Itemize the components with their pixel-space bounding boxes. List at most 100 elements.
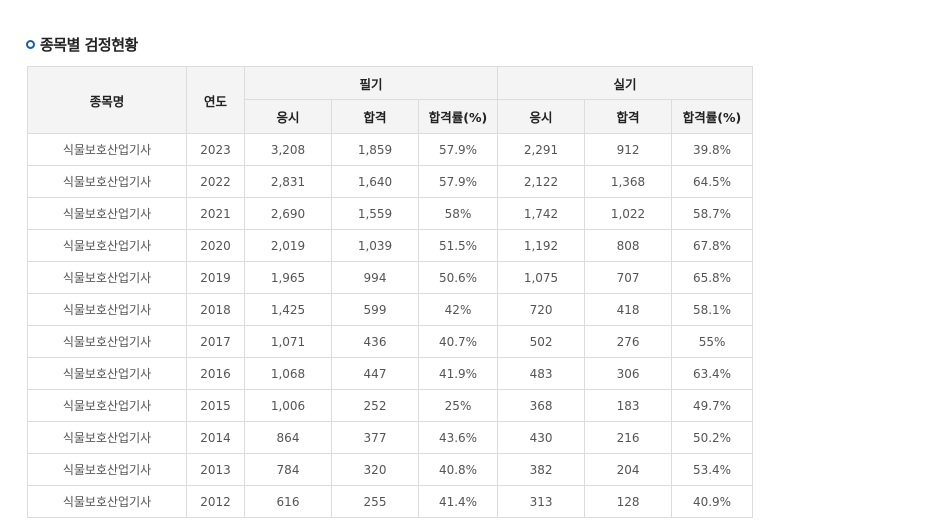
cell-practical-applicants: 313 (497, 485, 586, 518)
table-row: 식물보호산업기사 2013 784 320 40.8% 382 204 53.4% (27, 453, 754, 486)
cell-written-applicants: 2,690 (244, 197, 332, 230)
cell-item-name: 식물보호산업기사 (27, 357, 187, 390)
cell-written-rate: 51.5% (417, 229, 499, 262)
cell-practical-passed: 707 (584, 261, 673, 294)
cell-practical-passed: 276 (584, 325, 673, 358)
cell-written-applicants: 864 (244, 421, 332, 454)
header-practical: 실기 (497, 66, 754, 100)
cell-written-rate: 41.4% (417, 485, 499, 518)
cell-written-passed: 255 (331, 485, 419, 518)
header-year: 연도 (186, 66, 245, 134)
cell-written-rate: 40.8% (417, 453, 499, 486)
section-heading: 종목별 검정현황 (26, 34, 138, 55)
cell-written-applicants: 1,965 (244, 261, 332, 294)
header-item-name: 종목명 (27, 66, 187, 134)
table-row: 식물보호산업기사 2016 1,068 447 41.9% 483 306 63.4% (27, 357, 754, 390)
cell-practical-rate: 53.4% (671, 453, 754, 486)
cell-year: 2017 (186, 325, 245, 358)
cell-practical-applicants: 1,075 (497, 261, 586, 294)
exam-stats-table-wrapper: 종목명 연도 필기 실기 응시 합격 합격률(%) 응시 합격 합격률(%) 식… (27, 66, 754, 518)
circle-bullet-icon (26, 40, 35, 49)
header-practical-passed: 합격 (584, 99, 673, 134)
cell-practical-passed: 1,368 (584, 165, 673, 198)
cell-practical-rate: 64.5% (671, 165, 754, 198)
cell-practical-rate: 63.4% (671, 357, 754, 390)
cell-item-name: 식물보호산업기사 (27, 485, 187, 518)
cell-practical-passed: 808 (584, 229, 673, 262)
cell-written-passed: 1,039 (331, 229, 419, 262)
cell-written-applicants: 616 (244, 485, 332, 518)
cell-practical-applicants: 368 (497, 389, 586, 422)
header-practical-rate: 합격률(%) (671, 99, 754, 134)
table-row: 식물보호산업기사 2018 1,425 599 42% 720 418 58.1% (27, 293, 754, 326)
cell-practical-rate: 67.8% (671, 229, 754, 262)
cell-item-name: 식물보호산업기사 (27, 261, 187, 294)
cell-practical-applicants: 382 (497, 453, 586, 486)
cell-year: 2021 (186, 197, 245, 230)
table-row: 식물보호산업기사 2023 3,208 1,859 57.9% 2,291 912 39.8% (27, 133, 754, 166)
table-row: 식물보호산업기사 2014 864 377 43.6% 430 216 50.2% (27, 421, 754, 454)
cell-item-name: 식물보호산업기사 (27, 133, 187, 166)
cell-written-rate: 40.7% (417, 325, 499, 358)
cell-written-applicants: 1,071 (244, 325, 332, 358)
cell-year: 2020 (186, 229, 245, 262)
cell-practical-rate: 39.8% (671, 133, 754, 166)
header-written-rate: 합격률(%) (417, 99, 499, 134)
cell-item-name: 식물보호산업기사 (27, 197, 187, 230)
header-written: 필기 (243, 66, 499, 100)
header-written-passed: 합격 (331, 99, 419, 134)
cell-practical-rate: 55% (671, 325, 754, 358)
cell-year: 2012 (186, 485, 245, 518)
table-row: 식물보호산업기사 2020 2,019 1,039 51.5% 1,192 808 67.8% (27, 229, 754, 262)
cell-written-passed: 447 (331, 357, 419, 390)
cell-year: 2019 (186, 261, 245, 294)
cell-practical-rate: 50.2% (671, 421, 754, 454)
header-written-applicants: 응시 (244, 99, 332, 134)
table-row: 식물보호산업기사 2019 1,965 994 50.6% 1,075 707 65.8% (27, 261, 754, 294)
cell-written-applicants: 3,208 (244, 133, 332, 166)
cell-practical-applicants: 720 (497, 293, 586, 326)
cell-practical-rate: 49.7% (671, 389, 754, 422)
cell-practical-passed: 183 (584, 389, 673, 422)
cell-written-rate: 50.6% (417, 261, 499, 294)
cell-written-rate: 43.6% (417, 421, 499, 454)
cell-year: 2013 (186, 453, 245, 486)
cell-practical-rate: 40.9% (671, 485, 754, 518)
cell-written-passed: 1,559 (331, 197, 419, 230)
cell-written-applicants: 1,006 (244, 389, 332, 422)
cell-item-name: 식물보호산업기사 (27, 165, 187, 198)
cell-practical-passed: 216 (584, 421, 673, 454)
cell-written-passed: 377 (331, 421, 419, 454)
cell-practical-rate: 65.8% (671, 261, 754, 294)
cell-item-name: 식물보호산업기사 (27, 229, 187, 262)
cell-practical-passed: 128 (584, 485, 673, 518)
cell-written-applicants: 2,019 (244, 229, 332, 262)
table-row: 식물보호산업기사 2022 2,831 1,640 57.9% 2,122 1,368 64.… (27, 165, 754, 198)
cell-year: 2022 (186, 165, 245, 198)
cell-practical-passed: 912 (584, 133, 673, 166)
exam-stats-table: 종목명 연도 필기 실기 응시 합격 합격률(%) 응시 합격 합격률(%) 식… (27, 66, 754, 518)
table-row: 식물보호산업기사 2021 2,690 1,559 58% 1,742 1,022 58.7% (27, 197, 754, 230)
cell-practical-applicants: 1,742 (497, 197, 586, 230)
cell-written-applicants: 1,068 (244, 357, 332, 390)
cell-practical-passed: 1,022 (584, 197, 673, 230)
cell-written-rate: 25% (417, 389, 499, 422)
cell-written-applicants: 784 (244, 453, 332, 486)
cell-written-passed: 1,640 (331, 165, 419, 198)
cell-written-rate: 42% (417, 293, 499, 326)
cell-practical-applicants: 502 (497, 325, 586, 358)
cell-item-name: 식물보호산업기사 (27, 421, 187, 454)
table-row: 식물보호산업기사 2012 616 255 41.4% 313 128 40.9% (27, 485, 754, 518)
cell-written-passed: 994 (331, 261, 419, 294)
cell-year: 2018 (186, 293, 245, 326)
cell-year: 2023 (186, 133, 245, 166)
cell-year: 2016 (186, 357, 245, 390)
table-row: 식물보호산업기사 2015 1,006 252 25% 368 183 49.7% (27, 389, 754, 422)
cell-practical-applicants: 430 (497, 421, 586, 454)
cell-written-rate: 58% (417, 197, 499, 230)
cell-practical-applicants: 483 (497, 357, 586, 390)
cell-practical-applicants: 2,291 (497, 133, 586, 166)
cell-item-name: 식물보호산업기사 (27, 325, 187, 358)
cell-written-passed: 599 (331, 293, 419, 326)
cell-year: 2014 (186, 421, 245, 454)
